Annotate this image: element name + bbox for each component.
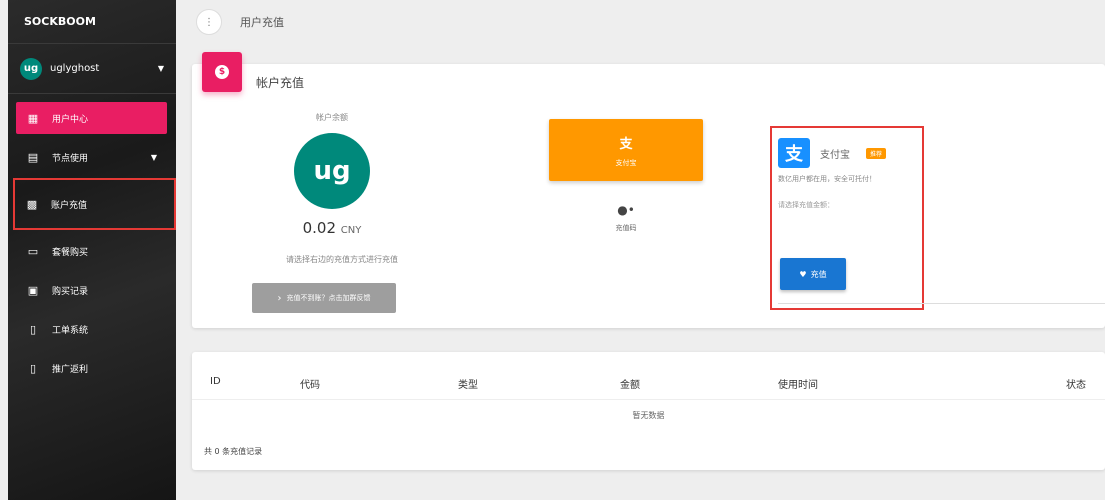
caret-down-icon: ▼ [157, 64, 164, 73]
sidebar-item-label: 推广返利 [52, 364, 89, 375]
balance-amount: 0.02 CNY [247, 219, 417, 237]
more-vertical-icon: ⋮ [204, 16, 214, 28]
sidebar-item-recharge[interactable]: ▩ 账户充值 [13, 178, 176, 230]
caret-down-icon: ▼ [150, 152, 157, 162]
balance-currency: CNY [340, 225, 362, 236]
column-header-amount: 金额 [620, 380, 640, 391]
recharge-code-label[interactable]: 充值码 [549, 223, 703, 233]
widgets-icon: ▩ [26, 197, 38, 211]
alipay-description: 数亿用户都在用，安全可托付！ [778, 175, 876, 183]
recharge-hint: 请选择右边的充值方式进行充值 [286, 255, 398, 264]
balance-value: 0.02 [302, 219, 337, 237]
table-header: ID 代码 类型 金额 使用时间 状态 [192, 368, 1105, 400]
menu-toggle-button[interactable]: ⋮ [196, 9, 222, 35]
sidebar-item-purchase-records[interactable]: ▣ 购买记录 [16, 274, 167, 306]
clipboard-icon: ▯ [29, 361, 37, 375]
user-name: uglyghost [50, 63, 100, 74]
card-badge: $ [202, 52, 242, 92]
column-header-time: 使用时间 [778, 380, 818, 391]
sidebar-item-label: 用户中心 [52, 114, 89, 125]
column-header-code: 代码 [300, 380, 320, 391]
avatar: ug [20, 57, 42, 80]
clipboard-icon: ▯ [29, 322, 37, 336]
recommend-badge: 推荐 [866, 148, 887, 159]
recharge-card: $ 帐户充值 帐户余额 ug 0.02 CNY 请选择右边的充值方式进行充值 ›… [192, 52, 1105, 328]
amount-label: 请选择充值金额： [778, 201, 834, 209]
column-header-id: ID [210, 376, 221, 387]
payment-methods: 支 支付宝 ●• 充值码 [549, 119, 703, 233]
alipay-logo-icon: 支 [778, 138, 810, 168]
alipay-name: 支付宝 [820, 150, 850, 161]
heart-icon: ♥ [799, 269, 807, 279]
alipay-icon: 支 [619, 136, 633, 152]
recharge-help-button[interactable]: › 充值不到账？点击加群反馈 [252, 283, 396, 313]
sidebar-item-tickets[interactable]: ▯ 工单系统 [16, 313, 167, 345]
top-bar: ⋮ 用户充值 [190, 0, 1105, 44]
recharge-button[interactable]: ♥ 充值 [780, 258, 846, 290]
recharge-code-icon[interactable]: ●• [549, 203, 703, 217]
alipay-method-label: 支付宝 [615, 158, 637, 167]
sidebar-item-label: 账户充值 [51, 200, 88, 211]
recharge-help-label: 充值不到账？点击加群反馈 [286, 294, 371, 302]
sidebar-item-label: 套餐购买 [52, 247, 89, 258]
grid-icon: ▤ [27, 150, 39, 164]
empty-state: 暂无数据 [632, 411, 665, 420]
column-header-status: 状态 [1066, 380, 1086, 391]
card-title: 帐户充值 [256, 76, 305, 90]
avatar: ug [294, 133, 370, 209]
records-count: 共 0 条充值记录 [204, 447, 263, 456]
sidebar-item-node-usage[interactable]: ▤ 节点使用 ▼ [16, 141, 167, 173]
user-menu[interactable]: ug uglyghost ▼ [8, 44, 176, 94]
receipt-icon: ▣ [27, 283, 39, 297]
column-header-type: 类型 [458, 380, 478, 391]
alipay-method-button[interactable]: 支 支付宝 [549, 119, 703, 181]
store-icon: ▭ [27, 244, 39, 258]
sidebar-item-referral[interactable]: ▯ 推广返利 [16, 352, 167, 384]
balance-label: 帐户余额 [316, 113, 348, 122]
recharge-button-label: 充值 [810, 269, 827, 279]
sidebar-item-buy-plan[interactable]: ▭ 套餐购买 [16, 235, 167, 267]
dashboard-icon: ▦ [27, 111, 39, 125]
alipay-panel: 支 支付宝 推荐 数亿用户都在用，安全可托付！ 请选择充值金额： ♥ 充值 [770, 126, 1105, 310]
sidebar-item-label: 购买记录 [52, 286, 89, 297]
sidebar-item-user-center[interactable]: ▦ 用户中心 [16, 102, 167, 134]
dollar-icon: $ [215, 65, 229, 79]
sidebar-item-label: 工单系统 [52, 325, 89, 336]
page-title: 用户充值 [240, 16, 284, 29]
chevron-right-icon: › [277, 292, 282, 304]
sidebar: SOCKBOOM ug uglyghost ▼ ▦ 用户中心 ▤ 节点使用 ▼ … [8, 0, 176, 500]
sidebar-nav: ▦ 用户中心 ▤ 节点使用 ▼ ▩ 账户充值 ▭ 套餐购买 ▣ 购买记录 ▯ 工… [8, 94, 176, 384]
recharge-records-card: ID 代码 类型 金额 使用时间 状态 暂无数据 共 0 条充值记录 [192, 352, 1105, 470]
sidebar-item-label: 节点使用 [52, 153, 89, 164]
brand-title: SOCKBOOM [8, 0, 176, 44]
balance-section: 帐户余额 ug 0.02 CNY [247, 112, 417, 237]
